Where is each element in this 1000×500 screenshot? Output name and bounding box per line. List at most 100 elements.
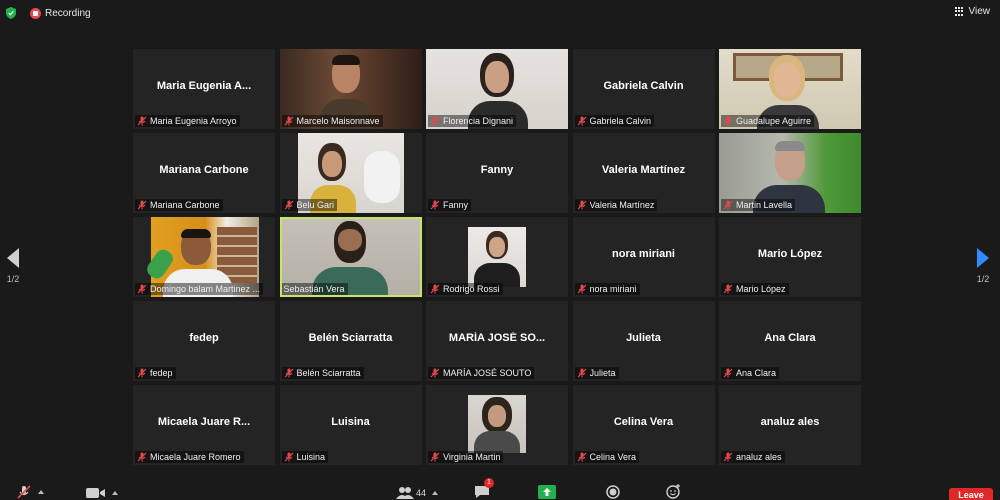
mic-muted-icon <box>723 452 733 462</box>
mic-muted-icon <box>430 200 440 210</box>
participant-tile[interactable]: Gabriela Calvin Gabriela Calvin <box>572 49 715 129</box>
top-bar: Recording <box>0 0 1000 26</box>
participant-tile-active-speaker[interactable]: Sebastián Vera <box>279 217 422 297</box>
mute-button[interactable] <box>16 485 44 499</box>
record-button[interactable] <box>606 485 620 499</box>
participant-name-label: Martin Lavella <box>721 199 796 211</box>
participant-display-name: Celina Vera <box>613 416 674 428</box>
participants-icon <box>396 487 414 499</box>
mic-muted-icon <box>577 368 586 378</box>
gallery-grid: Maria Eugenia A... Maria Eugenia Arroyo … <box>133 49 861 465</box>
participant-name-label: Belu Gari <box>281 199 338 211</box>
page-indicator-left: 1/2 <box>6 274 20 284</box>
leave-button[interactable]: Leave <box>949 488 993 500</box>
view-label: View <box>968 6 991 17</box>
participant-tile[interactable]: Fanny Fanny <box>426 133 568 213</box>
shield-icon[interactable] <box>6 7 16 19</box>
page-indicator-right: 1/2 <box>976 274 990 284</box>
participant-display-name: Gabriela Calvin <box>603 80 684 92</box>
participant-display-name: Mariana Carbone <box>159 164 249 176</box>
participant-tile[interactable]: fedep fedep <box>133 301 275 381</box>
mic-muted-icon <box>577 200 586 210</box>
participant-name-label: Guadalupe Aguirre <box>721 115 815 127</box>
participant-tile[interactable]: Belu Gari <box>279 133 422 213</box>
participant-tile[interactable]: Guadalupe Aguirre <box>719 49 861 129</box>
chevron-right-icon <box>977 248 989 268</box>
participant-tile[interactable]: Valeria Martínez Valeria Martínez <box>572 133 715 213</box>
meeting-toolbar: 44 1 Leave <box>0 478 1000 500</box>
participant-tile[interactable]: Ana Clara Ana Clara <box>719 301 861 381</box>
participant-display-name: Belén Sciarratta <box>308 332 393 344</box>
participant-tile[interactable]: Celina Vera Celina Vera <box>572 385 715 465</box>
participant-tile[interactable]: Rodrigo Rossi <box>426 217 568 297</box>
view-button[interactable]: View <box>954 6 991 17</box>
participant-name-label: Ana Clara <box>721 367 780 379</box>
participant-tile[interactable]: Belén Sciarratta Belén Sciarratta <box>279 301 422 381</box>
participant-display-name: Ana Clara <box>764 332 816 344</box>
chevron-up-icon[interactable] <box>38 490 44 494</box>
mic-muted-icon <box>723 368 733 378</box>
reactions-button[interactable] <box>666 484 681 499</box>
participant-tile[interactable]: Luisina Luisina <box>279 385 422 465</box>
participant-tile[interactable]: Marcelo Maisonnave <box>279 49 422 129</box>
participant-tile[interactable]: Micaela Juare R... Micaela Juare Romero <box>133 385 275 465</box>
participant-display-name: Micaela Juare R... <box>157 416 251 428</box>
participant-name-label: Gabriela Calvin <box>574 115 655 127</box>
mic-muted-icon <box>723 284 733 294</box>
video-button[interactable] <box>86 487 118 499</box>
participant-tile[interactable]: Domingo balam Martinez ... <box>133 217 275 297</box>
mic-muted-icon <box>17 485 31 499</box>
participants-count: 44 <box>416 487 427 498</box>
participant-display-name: fedep <box>189 332 219 344</box>
mic-muted-icon <box>723 116 733 126</box>
white-cat <box>363 151 400 203</box>
mic-muted-icon <box>137 368 147 378</box>
mic-muted-icon <box>430 116 440 126</box>
share-screen-button[interactable] <box>538 485 556 499</box>
participant-tile[interactable]: analuz ales analuz ales <box>719 385 861 465</box>
participant-tile[interactable]: MARÍA JOSÉ SO... MARÍA JOSÉ SOUTO <box>426 301 568 381</box>
mic-muted-icon <box>577 116 586 126</box>
participant-tile[interactable]: Virginia Martin <box>426 385 568 465</box>
participants-button[interactable]: 44 <box>396 486 439 499</box>
participant-name-label: Valeria Martínez <box>574 199 658 211</box>
chevron-up-icon[interactable] <box>112 491 118 495</box>
reactions-icon <box>666 484 680 499</box>
chevron-left-icon <box>7 248 19 268</box>
participant-display-name: nora miriani <box>612 248 675 260</box>
share-screen-icon <box>538 485 556 499</box>
participant-display-name: Luisina <box>331 416 370 428</box>
recording-icon[interactable] <box>30 7 41 19</box>
participant-name-label: Domingo balam Martinez ... <box>135 283 264 295</box>
participant-tile[interactable]: Martin Lavella <box>719 133 861 213</box>
participant-name-label: Belén Sciarratta <box>281 367 364 379</box>
participant-name-label: Virginia Martin <box>428 451 504 463</box>
chat-button[interactable]: 1 <box>474 478 494 499</box>
participant-display-name: analuz ales <box>760 416 820 428</box>
chevron-up-icon[interactable] <box>432 490 439 495</box>
participant-video-person <box>474 231 520 287</box>
participant-tile[interactable]: Julieta Julieta <box>572 301 715 381</box>
mic-muted-icon <box>577 284 586 294</box>
recording-label[interactable]: Recording <box>45 8 91 19</box>
participant-tile[interactable]: Florencia Dignani <box>426 49 568 129</box>
participant-name-label: Florencia Dignani <box>428 115 517 127</box>
participant-name-label: Fanny <box>428 199 472 211</box>
video-camera-icon <box>86 488 105 498</box>
mic-muted-icon <box>137 200 147 210</box>
grid-view-icon <box>954 6 965 17</box>
participant-tile[interactable]: Mariana Carbone Mariana Carbone <box>133 133 275 213</box>
mic-muted-icon <box>430 452 440 462</box>
participant-name-label: Julieta <box>574 367 619 379</box>
previous-page-button[interactable]: 1/2 <box>4 248 22 284</box>
participant-name-label: fedep <box>135 367 176 379</box>
participant-video-person <box>474 397 520 453</box>
participant-tile[interactable]: nora miriani nora miriani <box>572 217 715 297</box>
mic-muted-icon <box>284 200 293 210</box>
participant-tile[interactable]: Mario López Mario López <box>719 217 861 297</box>
mic-muted-icon <box>137 452 147 462</box>
record-icon <box>606 485 620 499</box>
participant-tile[interactable]: Maria Eugenia A... Maria Eugenia Arroyo <box>133 49 275 129</box>
participant-display-name: MARÍA JOSÉ SO... <box>448 332 546 344</box>
next-page-button[interactable]: 1/2 <box>974 248 992 284</box>
